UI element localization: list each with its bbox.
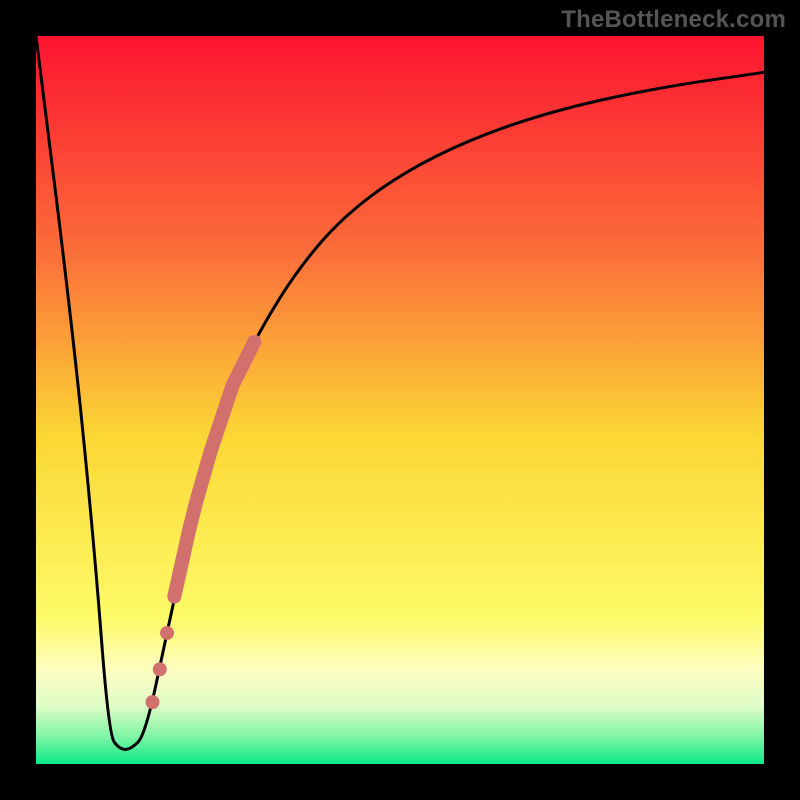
plot-area — [36, 36, 764, 764]
chart-frame: { "watermark": "TheBottleneck.com", "col… — [0, 0, 800, 800]
highlight-dot — [145, 695, 159, 709]
bottleneck-chart — [0, 0, 800, 800]
highlight-dot — [153, 662, 167, 676]
watermark-text: TheBottleneck.com — [561, 6, 786, 34]
highlight-dot — [160, 626, 174, 640]
